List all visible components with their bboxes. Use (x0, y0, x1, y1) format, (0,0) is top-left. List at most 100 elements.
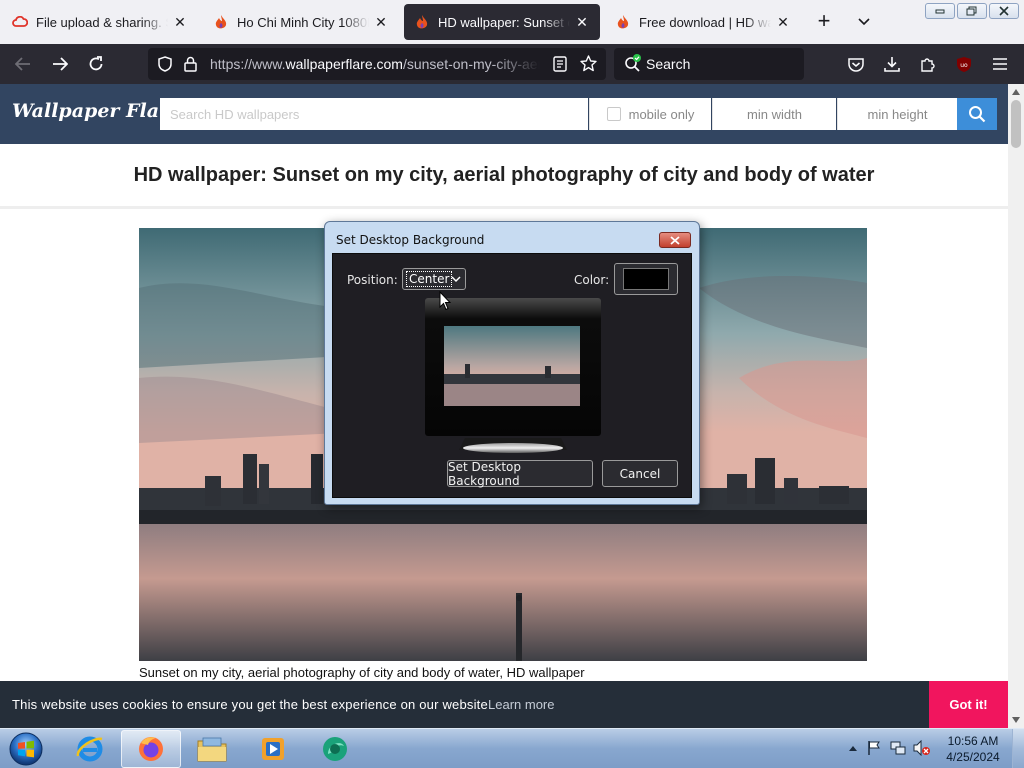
taskbar-media-player[interactable] (243, 730, 303, 768)
show-hidden-icons-button[interactable] (844, 739, 862, 757)
close-window-button[interactable] (989, 3, 1019, 19)
mouse-cursor-icon (439, 291, 451, 311)
reader-view-icon[interactable] (553, 56, 567, 72)
mobile-only-checkbox[interactable] (606, 107, 621, 121)
set-desktop-background-button[interactable]: Set Desktop Background (447, 460, 593, 488)
volume-tray-icon[interactable] (913, 739, 931, 757)
media-player-icon (262, 738, 284, 760)
back-button[interactable] (11, 52, 35, 76)
learn-more-link[interactable]: Learn more (488, 697, 554, 712)
system-clock[interactable]: 10:56 AM 4/25/2024 (940, 733, 1006, 765)
browser-search-bar[interactable]: Search (614, 48, 804, 80)
min-height-placeholder: min height (867, 106, 928, 122)
downloads-button[interactable] (880, 52, 904, 76)
search-icon (969, 106, 986, 123)
chevron-down-icon (451, 276, 461, 283)
position-label: Position: (347, 273, 398, 287)
tab-file-upload[interactable]: File upload & sharing. Send ✕ (2, 4, 198, 40)
site-header: Wallpaper Flare mobile only min width mi… (0, 84, 1008, 144)
tab-label: Ho Chi Minh City 1080P, 2K (237, 14, 369, 30)
menu-button[interactable] (988, 52, 1012, 76)
monitor-preview (425, 298, 601, 458)
url-prefix: https://www. (210, 56, 286, 72)
got-it-button[interactable]: Got it! (929, 681, 1008, 728)
page-title: HD wallpaper: Sunset on my city, aerial … (133, 164, 875, 186)
start-button[interactable] (6, 730, 46, 768)
taskbar-internet-explorer[interactable] (60, 730, 120, 768)
flag-icon (868, 741, 880, 755)
close-icon (670, 235, 680, 245)
url-path: /sunset-on-my-city-aer (402, 56, 540, 72)
site-logo[interactable]: Wallpaper Flare (12, 100, 181, 122)
clock-time: 10:56 AM (947, 734, 999, 748)
close-tab-icon[interactable]: ✕ (775, 14, 791, 31)
bookmark-star-icon[interactable] (580, 55, 597, 72)
firefox-icon (139, 737, 163, 761)
cookie-message: This website uses cookies to ensure you … (12, 697, 492, 712)
mobile-only-filter[interactable]: mobile only (589, 98, 711, 130)
tab-label: File upload & sharing. Send (36, 14, 168, 30)
tab-hd-wallpaper-active[interactable]: HD wallpaper: Sunset on my ✕ (404, 4, 600, 40)
scroll-down-arrow[interactable] (1008, 712, 1024, 728)
min-height-input[interactable]: min height (837, 98, 957, 130)
back-arrow-icon (15, 57, 30, 71)
action-center-flag[interactable] (865, 739, 883, 757)
lock-icon (184, 56, 197, 72)
tab-label: HD wallpaper: Sunset on my (438, 14, 570, 30)
svg-text:uo: uo (960, 62, 968, 69)
reload-button[interactable] (84, 52, 108, 76)
file-explorer-icon (197, 737, 227, 762)
ublock-extension-button[interactable]: uo (952, 52, 976, 76)
forward-button[interactable] (48, 52, 72, 76)
restore-icon (966, 6, 977, 16)
tab-bar: File upload & sharing. Send ✕ Ho Chi Min… (0, 0, 1024, 44)
clock-date: 4/25/2024 (946, 750, 1000, 764)
dialog-close-button[interactable] (659, 232, 691, 248)
close-tab-icon[interactable]: ✕ (373, 14, 389, 31)
taskbar-app[interactable] (305, 730, 365, 768)
app-icon (323, 737, 347, 761)
arrow-down-icon (1012, 717, 1020, 723)
hamburger-menu-icon (993, 58, 1007, 70)
taskbar-file-explorer[interactable] (182, 730, 242, 768)
dialog-title: Set Desktop Background (336, 233, 485, 247)
flame-icon (213, 14, 229, 30)
close-tab-icon[interactable]: ✕ (172, 14, 188, 31)
color-picker-button[interactable] (614, 263, 678, 295)
tab-free-download[interactable]: Free download | HD wallpa ✕ (605, 4, 801, 40)
cookie-banner: This website uses cookies to ensure you … (0, 681, 1008, 728)
page-scrollbar[interactable] (1008, 84, 1024, 728)
url-domain: wallpaperflare.com (285, 56, 403, 72)
address-bar[interactable]: https://www.wallpaperflare.com/sunset-on… (148, 48, 606, 80)
scroll-thumb[interactable] (1011, 100, 1021, 148)
extensions-button[interactable] (916, 52, 940, 76)
close-icon (999, 6, 1009, 16)
list-tabs-button[interactable] (852, 10, 876, 34)
wallpaper-search-input[interactable] (160, 98, 588, 130)
min-width-input[interactable]: min width (712, 98, 836, 130)
show-desktop-button[interactable] (1012, 729, 1024, 768)
chevron-up-icon (849, 746, 857, 751)
pocket-button[interactable] (844, 52, 868, 76)
new-tab-button[interactable]: + (812, 10, 836, 34)
close-tab-icon[interactable]: ✕ (574, 14, 590, 31)
divider (0, 206, 1008, 209)
minimize-icon (935, 9, 945, 14)
position-select[interactable]: Center (402, 268, 466, 290)
shield-icon (158, 56, 172, 72)
scroll-up-arrow[interactable] (1008, 84, 1024, 100)
minimize-window-button[interactable] (925, 3, 955, 19)
taskbar-firefox[interactable] (121, 730, 181, 768)
site-search-button[interactable] (957, 98, 997, 130)
search-engine-icon (625, 54, 641, 72)
tab-ho-chi-minh[interactable]: Ho Chi Minh City 1080P, 2K ✕ (203, 4, 399, 40)
network-icon (890, 741, 906, 755)
cancel-button[interactable]: Cancel (602, 460, 678, 487)
color-label: Color: (574, 273, 610, 287)
restore-window-button[interactable] (957, 3, 987, 19)
search-label: Search (646, 56, 691, 72)
network-tray-icon[interactable] (889, 739, 907, 757)
forward-arrow-icon (53, 57, 68, 71)
reload-icon (89, 56, 103, 71)
flame-icon (615, 14, 631, 30)
